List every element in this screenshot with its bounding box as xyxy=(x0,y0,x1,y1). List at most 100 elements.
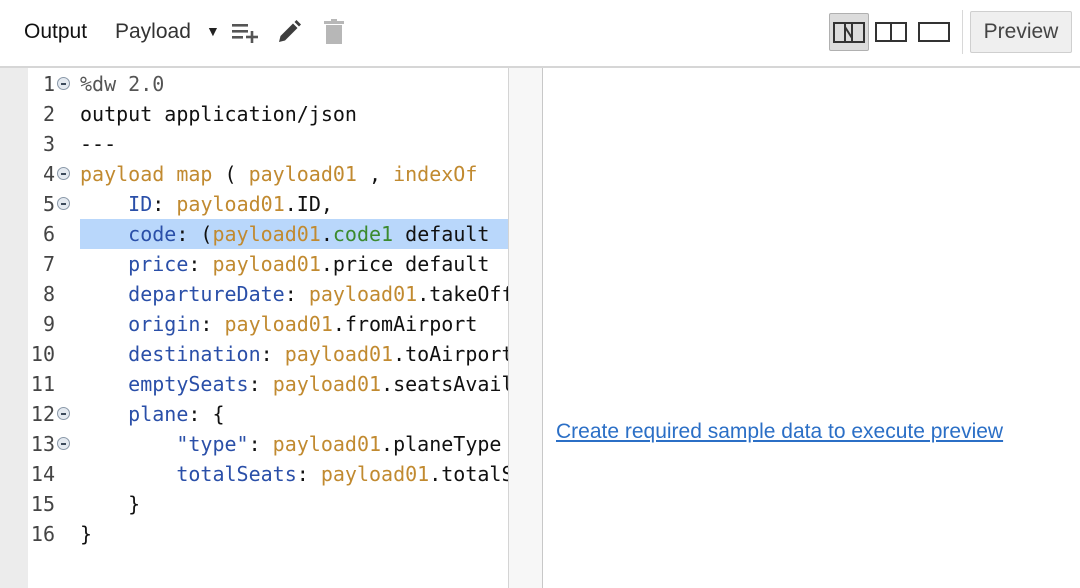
code-token: payload map xyxy=(80,162,213,186)
code-token: payload01 xyxy=(320,462,430,486)
code-line[interactable]: 2 output application/json xyxy=(28,99,508,129)
code-text: "type": payload01.planeType xyxy=(80,429,508,459)
pencil-icon[interactable] xyxy=(276,19,302,50)
line-number: 7 xyxy=(42,252,55,276)
code-line[interactable]: 8 departureDate: payload01.takeOff xyxy=(28,279,508,309)
line-number: 16 xyxy=(30,522,55,546)
code-token: indexOf xyxy=(393,162,478,186)
code-token: payload01 xyxy=(212,252,321,276)
code-token: : xyxy=(188,252,213,276)
code-token: code1 xyxy=(332,222,394,246)
line-number: 12 xyxy=(30,402,55,426)
code-token: . xyxy=(320,222,333,246)
code-token: payload01 xyxy=(272,372,382,396)
code-text: plane: { xyxy=(80,399,508,429)
code-token: destination xyxy=(128,342,261,366)
code-token: ID xyxy=(128,192,153,216)
output-tab-label[interactable]: Output xyxy=(24,20,87,44)
fold-toggle-icon[interactable] xyxy=(57,407,70,420)
code-line[interactable]: 14 totalSeats: payload01.totalSeats xyxy=(28,459,508,489)
code-token: .fromAirport xyxy=(332,312,478,336)
code-line[interactable]: 3 --- xyxy=(28,129,508,159)
line-number: 11 xyxy=(30,372,55,396)
code-token: : xyxy=(248,372,273,396)
add-list-icon[interactable] xyxy=(231,21,261,48)
fold-toggle-icon[interactable] xyxy=(57,77,70,90)
code-token: --- xyxy=(80,132,117,156)
code-line[interactable]: 12 plane: { xyxy=(28,399,508,429)
code-token: plane xyxy=(128,402,189,426)
code-token: ( xyxy=(212,162,249,186)
line-number: 10 xyxy=(30,342,55,366)
fold-toggle-icon[interactable] xyxy=(57,197,70,210)
code-token: price xyxy=(128,252,189,276)
code-line[interactable]: 5 ID: payload01.ID, xyxy=(28,189,508,219)
line-number: 1 xyxy=(42,72,55,96)
code-token: } xyxy=(80,492,141,516)
code-token: : xyxy=(248,432,273,456)
create-sample-data-link[interactable]: Create required sample data to execute p… xyxy=(556,420,1003,444)
code-token: , xyxy=(356,162,394,186)
code-line[interactable]: 13 "type": payload01.planeType xyxy=(28,429,508,459)
code-token: "type" xyxy=(176,432,249,456)
code-token: .takeOff xyxy=(417,282,508,306)
line-number: 4 xyxy=(42,162,55,186)
code-line[interactable]: 7 price: payload01.price default xyxy=(28,249,508,279)
code-line[interactable]: 9 origin: payload01.fromAirport xyxy=(28,309,508,339)
code-token: emptySeats xyxy=(128,372,249,396)
code-text: ID: payload01.ID, xyxy=(80,189,508,219)
code-token: : xyxy=(284,282,309,306)
code-token: payload01 xyxy=(248,162,357,186)
fold-toggle-icon[interactable] xyxy=(57,167,70,180)
code-token: output application/json xyxy=(80,102,357,126)
code-token: .ID, xyxy=(284,192,333,216)
code-token: payload01 xyxy=(308,282,418,306)
layout-single-pane-button[interactable] xyxy=(829,13,869,51)
preview-button[interactable]: Preview xyxy=(970,11,1072,53)
pane-splitter[interactable] xyxy=(509,68,542,588)
code-text: totalSeats: payload01.totalSeats xyxy=(80,459,508,489)
code-editor[interactable]: 1 %dw 2.0 2 output application/json 3 --- 4 pay… xyxy=(28,68,508,588)
code-token: : ( xyxy=(176,222,213,246)
code-token: departureDate xyxy=(128,282,285,306)
code-token: payload01 xyxy=(212,222,321,246)
code-text: code: (payload01.code1 default xyxy=(80,219,508,249)
code-line[interactable]: 15 } xyxy=(28,489,508,519)
chevron-down-icon[interactable]: ▼ xyxy=(206,23,220,39)
line-number: 3 xyxy=(42,132,55,156)
code-token: : xyxy=(200,312,225,336)
code-text: --- xyxy=(80,129,508,159)
code-token: default xyxy=(393,222,490,246)
line-number: 5 xyxy=(42,192,55,216)
payload-selector[interactable]: Payload xyxy=(115,20,191,44)
code-token: .totalSeats xyxy=(429,462,508,486)
code-text: origin: payload01.fromAirport xyxy=(80,309,508,339)
code-line[interactable]: 4 payload map ( payload01 , indexOf xyxy=(28,159,508,189)
code-line[interactable]: 1 %dw 2.0 xyxy=(28,69,508,99)
code-token: totalSeats xyxy=(176,462,297,486)
code-token: .seatsAvailable xyxy=(381,372,508,396)
code-line[interactable]: 10 destination: payload01.toAirport xyxy=(28,339,508,369)
code-token: payload01 xyxy=(224,312,333,336)
code-text: output application/json xyxy=(80,99,508,129)
code-text: price: payload01.price default xyxy=(80,249,508,279)
code-line[interactable]: 11 emptySeats: payload01.seatsAvailable xyxy=(28,369,508,399)
layout-full-pane-button[interactable] xyxy=(915,13,955,51)
code-text: payload map ( payload01 , indexOf xyxy=(80,159,508,189)
code-text: departureDate: payload01.takeOff xyxy=(80,279,508,309)
code-text: emptySeats: payload01.seatsAvailable xyxy=(80,369,508,399)
code-line[interactable]: 6 code: (payload01.code1 default xyxy=(28,219,508,249)
code-line[interactable]: 16} xyxy=(28,519,508,549)
fold-toggle-icon[interactable] xyxy=(57,437,70,450)
code-token: .toAirport xyxy=(393,342,508,366)
code-token: payload01 xyxy=(176,192,285,216)
layout-split-pane-button[interactable] xyxy=(872,13,912,51)
code-token: .price default xyxy=(320,252,490,276)
line-number: 9 xyxy=(42,312,55,336)
